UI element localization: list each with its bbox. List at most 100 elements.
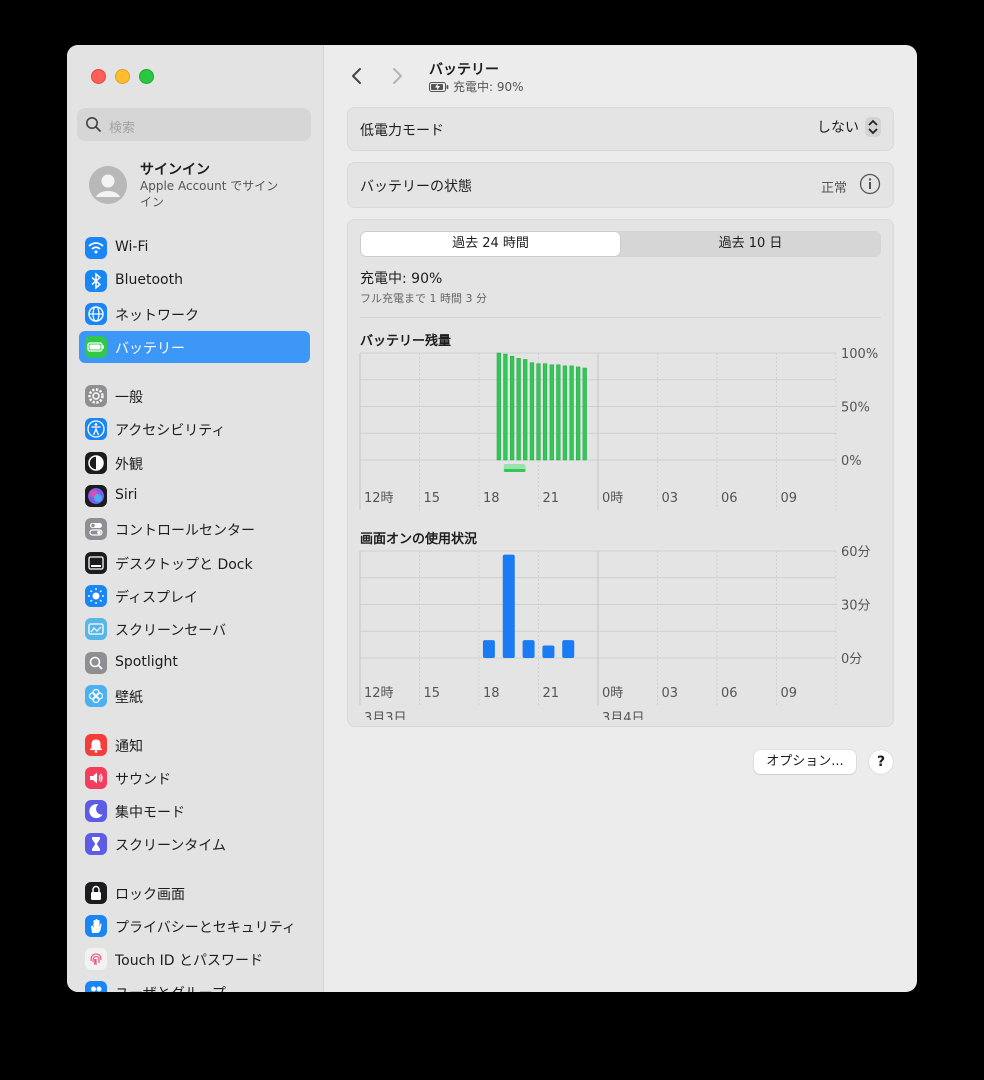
low-power-row: 低電力モード しない <box>347 107 894 151</box>
tab-24h[interactable]: 過去 24 時間 <box>361 232 620 256</box>
sidebar-item-moon[interactable]: 集中モード <box>79 795 310 827</box>
sidebar-item-siri[interactable]: Siri <box>79 480 310 512</box>
battery-bar <box>569 365 574 461</box>
sidebar-item-label: 通知 <box>115 739 143 755</box>
x-tick-label: 15 <box>424 686 441 701</box>
usage-card: 過去 24 時間 過去 10 日 充電中: 90% フル充電まで 1 時間 3 … <box>347 219 894 727</box>
battery-bar <box>536 363 541 461</box>
y-tick-label: 60分 <box>841 545 871 560</box>
options-button[interactable]: オプション... <box>754 750 856 774</box>
sidebar-item-accessibility[interactable]: アクセシビリティ <box>79 413 310 445</box>
x-tick-label: 21 <box>543 686 560 701</box>
account-signin[interactable]: サインイン Apple Account でサインイン <box>89 158 315 218</box>
tab-10d[interactable]: 過去 10 日 <box>621 232 880 256</box>
lock-icon <box>85 882 107 904</box>
sidebar-item-label: サウンド <box>115 772 171 788</box>
x-tick-label: 0時 <box>602 686 623 701</box>
sidebar-item-appearance[interactable]: 外観 <box>79 447 310 479</box>
sidebar-item-hourglass[interactable]: スクリーンタイム <box>79 828 310 860</box>
speaker-icon <box>85 767 107 789</box>
y-tick-label: 100% <box>841 347 878 362</box>
sidebar-item-users[interactable]: ユーザとグループ <box>79 976 310 992</box>
wifi-icon <box>85 237 107 259</box>
x-tick-label: 21 <box>543 491 560 506</box>
sidebar-item-label: ディスプレイ <box>115 590 199 606</box>
battery-bar <box>510 355 515 461</box>
low-power-select[interactable]: しない <box>817 117 881 137</box>
time-range-segmented: 過去 24 時間 過去 10 日 <box>360 231 881 257</box>
x-tick-label: 06 <box>721 686 738 701</box>
sidebar-item-screensaver[interactable]: スクリーンセーバ <box>79 613 310 645</box>
screen-usage-chart: 12時 15 18 21 0時 03 06 09 60分 30分 0分 画面オンの使用状況 3月3日 3月… <box>359 531 871 720</box>
battery-level-chart: 12時 15 18 21 0時 03 06 09 100% 50% 0% バッテリー残量 <box>359 333 878 510</box>
sidebar-item-bluetooth[interactable]: Bluetooth <box>79 265 310 297</box>
battery-bar <box>529 362 535 461</box>
x-tick-label: 18 <box>483 686 500 701</box>
battery-bar <box>556 364 561 461</box>
battery-health-label: バッテリーの状態 <box>360 179 472 195</box>
sidebar-item-battery[interactable]: バッテリー <box>79 331 310 363</box>
sidebar-item-wifi[interactable]: Wi-Fi <box>79 232 310 264</box>
sidebar-item-dock[interactable]: デスクトップと Dock <box>79 547 310 579</box>
chart-title: 画面オンの使用状況 <box>360 531 477 547</box>
sidebar-item-label: 一般 <box>115 390 143 406</box>
y-tick-label: 0% <box>841 454 862 469</box>
battery-icon <box>85 336 107 358</box>
sidebar-item-wallpaper[interactable]: 壁紙 <box>79 680 310 712</box>
sidebar-item-label: 集中モード <box>115 805 185 821</box>
fingerprint-icon <box>85 948 107 970</box>
chevron-right-icon <box>393 68 402 84</box>
display-icon <box>85 585 107 607</box>
info-icon[interactable] <box>859 173 881 199</box>
sidebar-item-display[interactable]: ディスプレイ <box>79 580 310 612</box>
sidebar-item-control-center[interactable]: コントロールセンター <box>79 513 310 545</box>
battery-bar <box>516 358 521 461</box>
sidebar-item-hand[interactable]: プライバシーとセキュリティ <box>79 910 310 942</box>
sidebar: 検索 サインイン Apple Account でサインイン Wi-Fi Bluet… <box>67 45 324 992</box>
help-button[interactable]: ? <box>869 750 893 774</box>
header-status: 充電中: 90% <box>429 78 524 95</box>
sidebar-item-label: バッテリー <box>115 341 185 357</box>
sidebar-item-label: 外観 <box>115 457 143 473</box>
globe-icon <box>85 303 107 325</box>
forward-button[interactable] <box>386 65 408 87</box>
usage-bar <box>522 640 535 658</box>
control-center-icon <box>85 518 107 540</box>
sidebar-item-label: コントロールセンター <box>115 523 255 539</box>
sidebar-item-lock[interactable]: ロック画面 <box>79 877 310 909</box>
x-tick-label: 03 <box>662 686 679 701</box>
sidebar-item-label: ロック画面 <box>115 887 185 903</box>
x-tick-label: 09 <box>781 491 798 506</box>
sidebar-item-label: スクリーンセーバ <box>115 623 227 639</box>
x-tick-label: 12時 <box>364 686 394 701</box>
x-tick-label: 06 <box>721 491 738 506</box>
spotlight-icon <box>85 652 107 674</box>
sidebar-item-label: Wi-Fi <box>115 239 149 255</box>
usage-bar <box>482 640 495 658</box>
zoom-button[interactable] <box>139 69 154 84</box>
x-tick-label: 0時 <box>602 491 623 506</box>
back-button[interactable] <box>346 65 368 87</box>
sidebar-item-bell[interactable]: 通知 <box>79 729 310 761</box>
dock-icon <box>85 552 107 574</box>
search-field[interactable]: 検索 <box>77 108 311 141</box>
sidebar-item-spotlight[interactable]: Spotlight <box>79 647 310 679</box>
sidebar-item-fingerprint[interactable]: Touch ID とパスワード <box>79 943 310 975</box>
y-tick-label: 30分 <box>841 599 871 614</box>
close-button[interactable] <box>91 69 106 84</box>
stepper-chevron-icon <box>865 117 881 137</box>
siri-icon <box>85 485 107 507</box>
sidebar-item-gear[interactable]: 一般 <box>79 380 310 412</box>
sidebar-item-label: デスクトップと Dock <box>115 557 253 573</box>
sidebar-item-speaker[interactable]: サウンド <box>79 762 310 794</box>
bell-icon <box>85 734 107 756</box>
sidebar-item-globe[interactable]: ネットワーク <box>79 298 310 330</box>
bluetooth-icon <box>85 270 107 292</box>
x-tick-label: 15 <box>424 491 441 506</box>
low-power-label: 低電力モード <box>360 123 444 139</box>
x-tick-label: 03 <box>662 491 679 506</box>
sidebar-item-label: プライバシーとセキュリティ <box>115 920 296 936</box>
minimize-button[interactable] <box>115 69 130 84</box>
sidebar-item-label: ネットワーク <box>115 308 199 324</box>
divider <box>360 317 881 318</box>
